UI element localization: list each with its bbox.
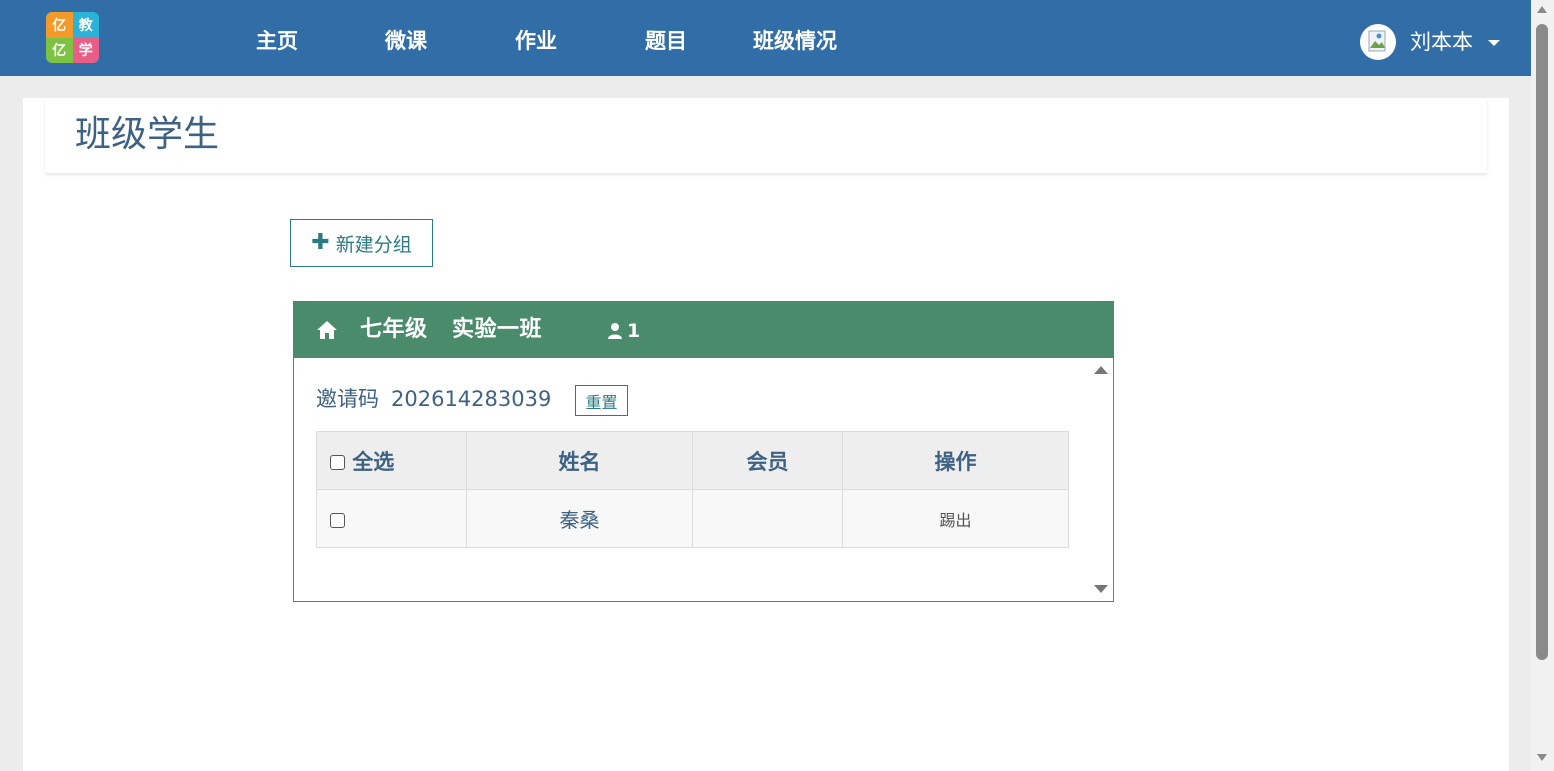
panel-scroll-up-icon[interactable] — [1094, 366, 1108, 374]
scroll-down-icon[interactable] — [1537, 754, 1547, 761]
select-all-header[interactable]: 全选 — [316, 431, 467, 490]
kick-student-link[interactable]: 踢出 — [939, 511, 971, 530]
page-title: 班级学生 — [75, 114, 220, 155]
home-icon — [317, 321, 337, 339]
reset-invite-button[interactable]: 重置 — [575, 385, 628, 416]
class-panel-header: 七年级 实验一班 1 — [294, 302, 1113, 358]
page-header: 班级学生 — [45, 98, 1487, 173]
member-column-header: 会员 — [692, 431, 843, 490]
action-cell: 踢出 — [842, 489, 1069, 548]
nav-item-questions[interactable]: 题目 — [645, 27, 687, 55]
logo-char: 亿 — [46, 37, 73, 63]
new-group-label: 新建分组 — [335, 233, 412, 256]
logo-char: 亿 — [46, 12, 73, 38]
page-scrollbar[interactable] — [1531, 0, 1554, 771]
select-all-label: 全选 — [352, 449, 395, 474]
row-select-cell — [316, 489, 467, 548]
nav-item-home[interactable]: 主页 — [256, 27, 298, 55]
action-column-header: 操作 — [842, 431, 1069, 490]
class-panel: 七年级 实验一班 1 邀请码 202614283039 重置 全选 姓名 会员 … — [293, 301, 1114, 602]
user-avatar[interactable] — [1360, 24, 1396, 60]
table-header-row: 全选 姓名 会员 操作 — [316, 431, 1069, 490]
student-name: 秦桑 — [466, 489, 693, 548]
brand-logo[interactable]: 亿 教 亿 学 — [46, 12, 99, 63]
nav-item-homework[interactable]: 作业 — [515, 27, 557, 55]
member-count: 1 — [627, 320, 641, 342]
new-group-button[interactable]: ✚ 新建分组 — [290, 219, 433, 267]
chevron-down-icon[interactable] — [1488, 40, 1500, 46]
main-content: 班级学生 ✚ 新建分组 七年级 实验一班 1 邀请码 202614283039 … — [23, 98, 1509, 771]
nav-item-microcourse[interactable]: 微课 — [385, 27, 427, 55]
class-name: 七年级 实验一班 — [360, 317, 542, 342]
select-all-checkbox[interactable] — [330, 455, 345, 470]
table-row: 秦桑 踢出 — [316, 489, 1069, 548]
logo-char: 教 — [72, 12, 99, 38]
broken-image-icon — [1368, 30, 1386, 52]
panel-scroll-down-icon[interactable] — [1094, 585, 1108, 593]
scrollbar-thumb[interactable] — [1536, 24, 1548, 660]
student-membership — [692, 489, 843, 548]
scroll-up-icon[interactable] — [1537, 6, 1547, 13]
logo-char: 学 — [72, 37, 99, 63]
invite-code-label: 邀请码 — [316, 387, 379, 411]
plus-icon: ✚ — [311, 230, 330, 255]
invite-code-value: 202614283039 — [391, 387, 552, 411]
person-icon — [608, 323, 622, 339]
user-name[interactable]: 刘本本 — [1410, 28, 1473, 56]
nav-item-class-status[interactable]: 班级情况 — [753, 27, 837, 55]
name-column-header: 姓名 — [466, 431, 693, 490]
students-table: 全选 姓名 会员 操作 秦桑 踢出 — [316, 431, 1069, 548]
top-navbar: 亿 教 亿 学 主页 微课 作业 题目 班级情况 刘本本 — [0, 0, 1531, 76]
row-checkbox[interactable] — [330, 512, 345, 528]
